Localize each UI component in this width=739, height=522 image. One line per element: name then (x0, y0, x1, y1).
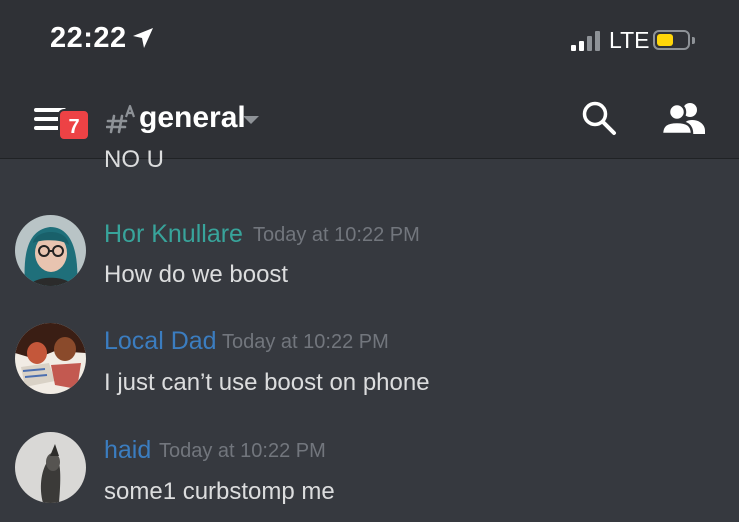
signal-bars-icon (571, 31, 607, 51)
message-timestamp: Today at 10:22 PM (222, 331, 389, 353)
message-item: Local Dad Today at 10:22 PM I just can’t… (0, 321, 739, 411)
message-timestamp: Today at 10:22 PM (159, 440, 326, 462)
battery-cap (692, 37, 695, 44)
message-content-partial: NO U (104, 146, 164, 173)
top-bar: 22:22 LTE 7 general (0, 0, 739, 159)
channel-name[interactable]: general (139, 101, 246, 135)
status-time: 22:22 (50, 22, 127, 54)
chevron-down-icon[interactable] (242, 115, 260, 125)
message-item: Hor Knullare Today at 10:22 PM How do we… (0, 212, 739, 302)
notification-badge: 7 (58, 109, 90, 141)
avatar[interactable] (15, 215, 86, 286)
message-content: some1 curbstomp me (104, 478, 335, 505)
message-username[interactable]: Local Dad (104, 327, 217, 356)
network-type: LTE (609, 27, 650, 53)
avatar[interactable] (15, 432, 86, 503)
members-icon[interactable] (662, 101, 706, 135)
avatar[interactable] (15, 323, 86, 394)
location-arrow-icon (133, 28, 153, 48)
message-username[interactable]: haid (104, 436, 151, 465)
message-item: haid Today at 10:22 PM some1 curbstomp m… (0, 430, 739, 520)
message-timestamp: Today at 10:22 PM (253, 224, 420, 246)
battery-icon (653, 30, 690, 50)
battery-fill (657, 34, 673, 46)
message-username[interactable]: Hor Knullare (104, 220, 243, 249)
message-content: I just can’t use boost on phone (104, 369, 430, 396)
message-content: How do we boost (104, 261, 289, 288)
search-icon[interactable] (581, 100, 617, 136)
text-channel-rules-icon (106, 104, 136, 134)
